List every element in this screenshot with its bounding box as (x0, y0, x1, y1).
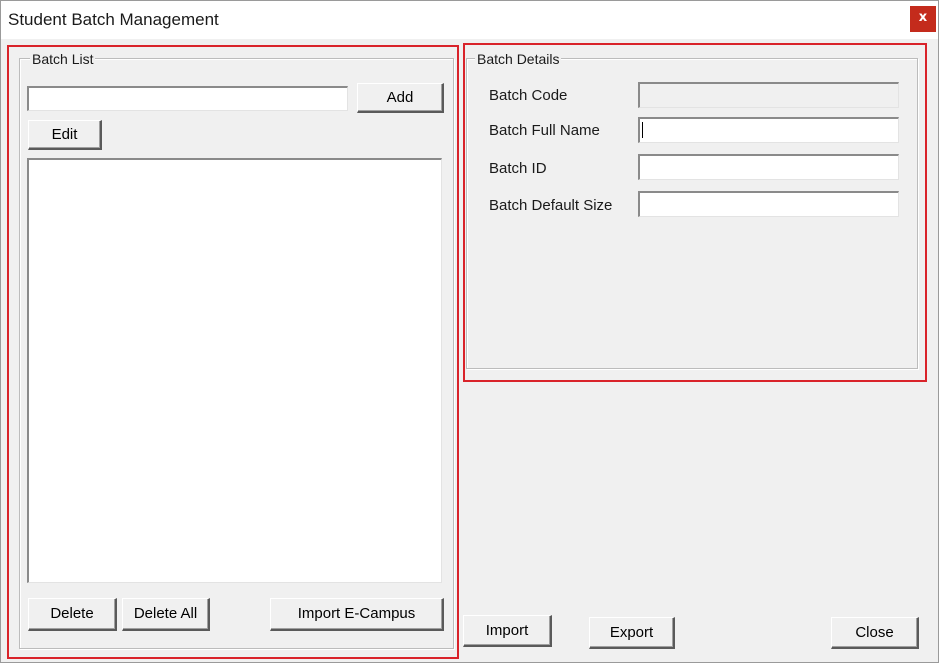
batch-code-label: Batch Code (489, 87, 568, 104)
batch-default-size-field[interactable] (638, 191, 899, 217)
delete-all-button[interactable]: Delete All (122, 598, 210, 631)
import-ecampus-button[interactable]: Import E-Campus (270, 598, 444, 631)
batch-full-name-field[interactable] (638, 117, 899, 143)
export-button[interactable]: Export (589, 617, 675, 649)
batch-listbox[interactable] (27, 158, 442, 583)
add-button-label: Add (386, 89, 414, 106)
delete-button[interactable]: Delete (28, 598, 117, 631)
main-window: Student Batch Management x Batch List Ad… (0, 0, 939, 663)
edit-button-label: Edit (51, 126, 78, 143)
close-window-button[interactable]: x (910, 6, 936, 32)
import-button[interactable]: Import (463, 615, 552, 647)
title-bar: Student Batch Management x (1, 1, 938, 39)
close-icon: x (918, 10, 928, 25)
text-caret (642, 122, 643, 138)
export-button-label: Export (609, 624, 654, 641)
delete-button-label: Delete (50, 605, 94, 622)
batch-code-field (638, 82, 899, 108)
batch-list-group-title: Batch List (30, 51, 96, 67)
close-button-label: Close (855, 624, 894, 641)
window-title: Student Batch Management (8, 10, 219, 29)
edit-button[interactable]: Edit (28, 120, 102, 150)
batch-id-label: Batch ID (489, 160, 547, 177)
add-button[interactable]: Add (357, 83, 444, 113)
batch-id-field[interactable] (638, 154, 899, 180)
import-button-label: Import (485, 622, 529, 639)
batch-search-input[interactable] (27, 86, 348, 111)
import-ecampus-button-label: Import E-Campus (297, 605, 416, 622)
delete-all-button-label: Delete All (133, 605, 198, 622)
batch-full-name-label: Batch Full Name (489, 122, 600, 139)
close-button[interactable]: Close (831, 617, 919, 649)
batch-details-group-title: Batch Details (475, 51, 562, 67)
batch-default-size-label: Batch Default Size (489, 197, 613, 214)
